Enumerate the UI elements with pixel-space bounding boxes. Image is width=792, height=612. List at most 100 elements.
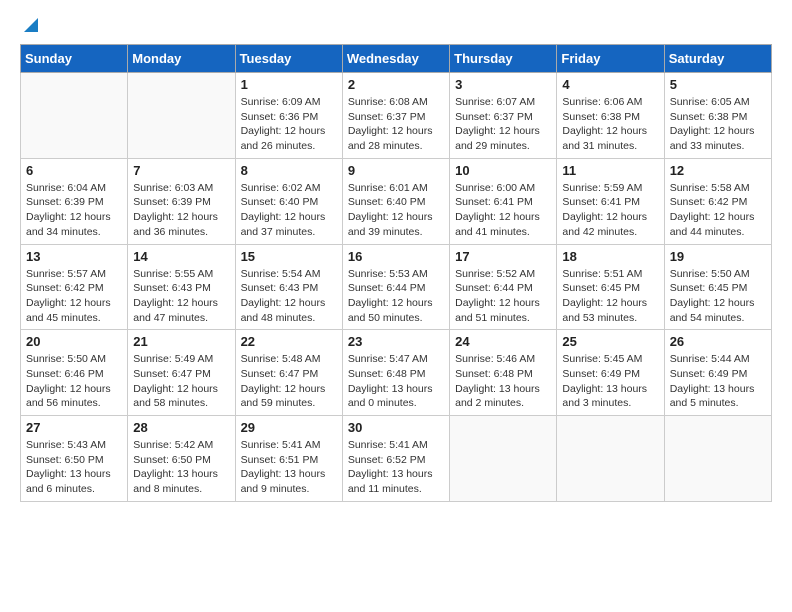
calendar-cell: 22Sunrise: 5:48 AM Sunset: 6:47 PM Dayli… xyxy=(235,330,342,416)
calendar-cell: 10 Sunrise: 6:00 AM Sunset: 6:41 PM Dayli… xyxy=(450,158,557,244)
day-number: 6 xyxy=(26,163,122,178)
day-number: 23 xyxy=(348,334,444,349)
day-info: Sunrise: 6:03 AM Sunset: 6:39 PM Dayligh… xyxy=(133,181,229,240)
calendar-cell: 28 Sunrise: 5:42 AM Sunset: 6:50 PM Dayli… xyxy=(128,416,235,502)
day-info: Sunrise: 6:02 AM Sunset: 6:40 PM Dayligh… xyxy=(241,181,337,240)
calendar-header: SundayMondayTuesdayWednesdayThursdayFrid… xyxy=(21,45,772,73)
day-info: Sunrise: 5:44 AM Sunset: 6:49 PM Dayligh… xyxy=(670,352,766,411)
day-number: 2 xyxy=(348,77,444,92)
day-of-week-header: Sunday xyxy=(21,45,128,73)
day-number: 21 xyxy=(133,334,229,349)
calendar-cell: 11 Sunrise: 5:59 AM Sunset: 6:41 PM Dayli… xyxy=(557,158,664,244)
day-of-week-header: Monday xyxy=(128,45,235,73)
day-info: Sunrise: 5:46 AM Sunset: 6:48 PM Dayligh… xyxy=(455,352,551,411)
calendar-cell: 27 Sunrise: 5:43 AM Sunset: 6:50 PM Dayli… xyxy=(21,416,128,502)
day-info: Sunrise: 5:42 AM Sunset: 6:50 PM Dayligh… xyxy=(133,438,229,497)
calendar-body: 1 Sunrise: 6:09 AM Sunset: 6:36 PM Daylig… xyxy=(21,73,772,502)
day-number: 5 xyxy=(670,77,766,92)
day-info: Sunrise: 5:50 AM Sunset: 6:46 PM Dayligh… xyxy=(26,352,122,411)
calendar-week-row: 27 Sunrise: 5:43 AM Sunset: 6:50 PM Dayli… xyxy=(21,416,772,502)
calendar-cell xyxy=(128,73,235,159)
calendar-cell: 12 Sunrise: 5:58 AM Sunset: 6:42 PM Dayli… xyxy=(664,158,771,244)
calendar-cell: 5 Sunrise: 6:05 AM Sunset: 6:38 PM Daylig… xyxy=(664,73,771,159)
calendar-week-row: 13Sunrise: 5:57 AM Sunset: 6:42 PM Dayli… xyxy=(21,244,772,330)
day-of-week-header: Friday xyxy=(557,45,664,73)
day-number: 25 xyxy=(562,334,658,349)
calendar-cell: 3 Sunrise: 6:07 AM Sunset: 6:37 PM Daylig… xyxy=(450,73,557,159)
day-info: Sunrise: 5:58 AM Sunset: 6:42 PM Dayligh… xyxy=(670,181,766,240)
calendar-cell: 30Sunrise: 5:41 AM Sunset: 6:52 PM Dayli… xyxy=(342,416,449,502)
logo-triangle-icon xyxy=(22,16,40,34)
calendar-cell: 29 Sunrise: 5:41 AM Sunset: 6:51 PM Dayli… xyxy=(235,416,342,502)
day-info: Sunrise: 5:54 AM Sunset: 6:43 PM Dayligh… xyxy=(241,267,337,326)
day-info: Sunrise: 5:59 AM Sunset: 6:41 PM Dayligh… xyxy=(562,181,658,240)
day-number: 27 xyxy=(26,420,122,435)
day-number: 15 xyxy=(241,249,337,264)
calendar-cell xyxy=(664,416,771,502)
day-number: 19 xyxy=(670,249,766,264)
day-info: Sunrise: 6:07 AM Sunset: 6:37 PM Dayligh… xyxy=(455,95,551,154)
day-of-week-header: Tuesday xyxy=(235,45,342,73)
calendar-cell: 2 Sunrise: 6:08 AM Sunset: 6:37 PM Daylig… xyxy=(342,73,449,159)
day-info: Sunrise: 6:09 AM Sunset: 6:36 PM Dayligh… xyxy=(241,95,337,154)
calendar-cell: 4Sunrise: 6:06 AM Sunset: 6:38 PM Daylig… xyxy=(557,73,664,159)
day-info: Sunrise: 5:43 AM Sunset: 6:50 PM Dayligh… xyxy=(26,438,122,497)
day-info: Sunrise: 6:08 AM Sunset: 6:37 PM Dayligh… xyxy=(348,95,444,154)
day-info: Sunrise: 5:51 AM Sunset: 6:45 PM Dayligh… xyxy=(562,267,658,326)
day-number: 29 xyxy=(241,420,337,435)
day-info: Sunrise: 6:00 AM Sunset: 6:41 PM Dayligh… xyxy=(455,181,551,240)
calendar-cell: 20 Sunrise: 5:50 AM Sunset: 6:46 PM Dayli… xyxy=(21,330,128,416)
day-info: Sunrise: 5:41 AM Sunset: 6:52 PM Dayligh… xyxy=(348,438,444,497)
day-number: 26 xyxy=(670,334,766,349)
calendar-week-row: 1 Sunrise: 6:09 AM Sunset: 6:36 PM Daylig… xyxy=(21,73,772,159)
page-header xyxy=(20,20,772,34)
calendar-cell: 26 Sunrise: 5:44 AM Sunset: 6:49 PM Dayli… xyxy=(664,330,771,416)
calendar-cell: 14 Sunrise: 5:55 AM Sunset: 6:43 PM Dayli… xyxy=(128,244,235,330)
day-info: Sunrise: 5:41 AM Sunset: 6:51 PM Dayligh… xyxy=(241,438,337,497)
calendar-cell: 8Sunrise: 6:02 AM Sunset: 6:40 PM Daylig… xyxy=(235,158,342,244)
calendar-cell: 24 Sunrise: 5:46 AM Sunset: 6:48 PM Dayli… xyxy=(450,330,557,416)
day-number: 24 xyxy=(455,334,551,349)
day-number: 7 xyxy=(133,163,229,178)
day-info: Sunrise: 5:53 AM Sunset: 6:44 PM Dayligh… xyxy=(348,267,444,326)
day-info: Sunrise: 6:05 AM Sunset: 6:38 PM Dayligh… xyxy=(670,95,766,154)
calendar-cell xyxy=(450,416,557,502)
calendar-cell xyxy=(557,416,664,502)
header-row: SundayMondayTuesdayWednesdayThursdayFrid… xyxy=(21,45,772,73)
calendar-cell: 16Sunrise: 5:53 AM Sunset: 6:44 PM Dayli… xyxy=(342,244,449,330)
day-number: 3 xyxy=(455,77,551,92)
calendar-cell: 1 Sunrise: 6:09 AM Sunset: 6:36 PM Daylig… xyxy=(235,73,342,159)
day-number: 11 xyxy=(562,163,658,178)
day-of-week-header: Wednesday xyxy=(342,45,449,73)
calendar-cell: 21 Sunrise: 5:49 AM Sunset: 6:47 PM Dayli… xyxy=(128,330,235,416)
day-info: Sunrise: 5:55 AM Sunset: 6:43 PM Dayligh… xyxy=(133,267,229,326)
day-number: 4 xyxy=(562,77,658,92)
day-info: Sunrise: 5:50 AM Sunset: 6:45 PM Dayligh… xyxy=(670,267,766,326)
day-info: Sunrise: 6:01 AM Sunset: 6:40 PM Dayligh… xyxy=(348,181,444,240)
calendar-cell: 6 Sunrise: 6:04 AM Sunset: 6:39 PM Daylig… xyxy=(21,158,128,244)
calendar-week-row: 6 Sunrise: 6:04 AM Sunset: 6:39 PM Daylig… xyxy=(21,158,772,244)
day-number: 28 xyxy=(133,420,229,435)
calendar-cell: 25 Sunrise: 5:45 AM Sunset: 6:49 PM Dayli… xyxy=(557,330,664,416)
day-info: Sunrise: 5:52 AM Sunset: 6:44 PM Dayligh… xyxy=(455,267,551,326)
logo xyxy=(20,20,40,34)
day-number: 12 xyxy=(670,163,766,178)
calendar-week-row: 20 Sunrise: 5:50 AM Sunset: 6:46 PM Dayli… xyxy=(21,330,772,416)
day-number: 13 xyxy=(26,249,122,264)
calendar-cell: 9Sunrise: 6:01 AM Sunset: 6:40 PM Daylig… xyxy=(342,158,449,244)
calendar-cell: 13Sunrise: 5:57 AM Sunset: 6:42 PM Dayli… xyxy=(21,244,128,330)
day-of-week-header: Saturday xyxy=(664,45,771,73)
day-number: 14 xyxy=(133,249,229,264)
day-number: 18 xyxy=(562,249,658,264)
day-info: Sunrise: 6:04 AM Sunset: 6:39 PM Dayligh… xyxy=(26,181,122,240)
calendar-cell: 7 Sunrise: 6:03 AM Sunset: 6:39 PM Daylig… xyxy=(128,158,235,244)
day-info: Sunrise: 5:48 AM Sunset: 6:47 PM Dayligh… xyxy=(241,352,337,411)
calendar-cell xyxy=(21,73,128,159)
day-number: 20 xyxy=(26,334,122,349)
day-info: Sunrise: 5:49 AM Sunset: 6:47 PM Dayligh… xyxy=(133,352,229,411)
calendar-cell: 23Sunrise: 5:47 AM Sunset: 6:48 PM Dayli… xyxy=(342,330,449,416)
day-info: Sunrise: 5:45 AM Sunset: 6:49 PM Dayligh… xyxy=(562,352,658,411)
day-number: 1 xyxy=(241,77,337,92)
calendar-cell: 19 Sunrise: 5:50 AM Sunset: 6:45 PM Dayli… xyxy=(664,244,771,330)
day-number: 10 xyxy=(455,163,551,178)
